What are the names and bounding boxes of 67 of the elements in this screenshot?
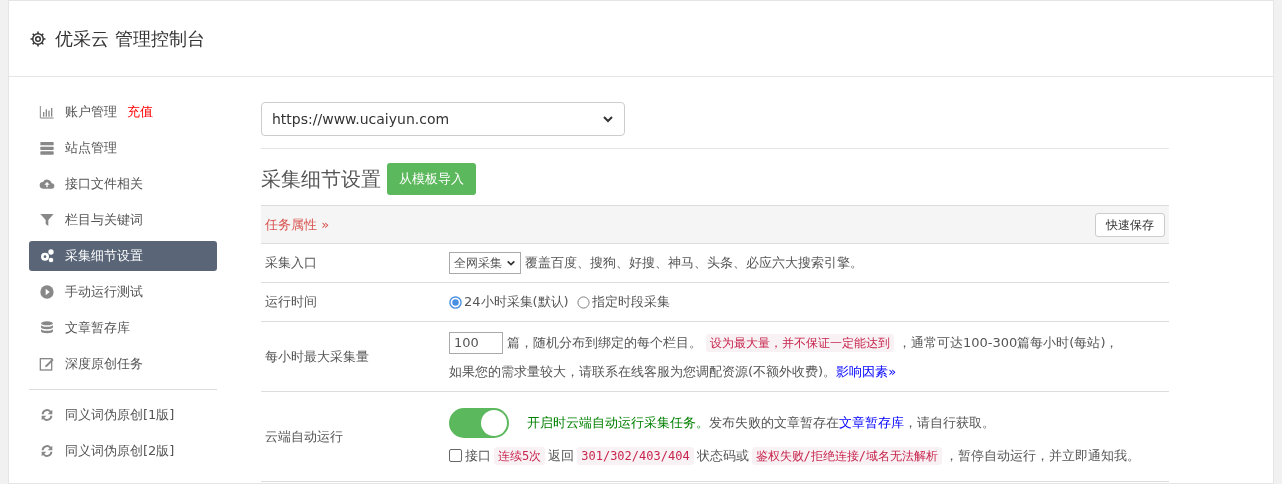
field-label: 云端自动运行 [265,427,344,446]
menu-label: 文章暂存库 [65,319,130,338]
menu-label: 站点管理 [65,139,117,158]
radio-button[interactable] [576,295,590,309]
storage-link[interactable]: 文章暂存库 [839,413,904,433]
sidebar-item[interactable]: 文章暂存库 [29,313,217,343]
help-text: 接口 [465,446,491,465]
help-text: 状态码或 [696,446,749,465]
quota-input[interactable]: 100 [449,331,503,354]
menu-label: 深度原创任务 [65,355,143,374]
settings-icon [29,29,47,48]
refresh-icon [39,407,55,423]
chevron-down-icon [602,113,614,125]
mode-select[interactable]: 全网采集 [449,252,521,274]
menu-label: 采集细节设置 [65,247,143,266]
radio-button[interactable] [449,295,462,309]
help-text: ，请自行获取。 [904,414,995,432]
filter-icon [39,212,55,228]
code-tag: 301/302/403/404 [577,446,694,465]
help-text: ，通常可达100-300篇每小时(每站)， [898,334,1119,352]
recharge-link[interactable]: 充值 [127,102,153,122]
factors-link[interactable]: 影响因素» [836,361,897,382]
menu-label: 同义词伪原创[2版] [65,442,175,461]
field-label: 采集入口 [265,254,318,273]
help-text: 发布失败的文章暂存在 [709,414,839,432]
help-text: ，暂停自动运行，并立即通知我。 [945,446,1141,465]
edit-icon [39,356,55,372]
field-label: 每小时最大采集量 [265,347,370,366]
play-icon [39,284,55,300]
help-text: 如果您的需求量较大，请联系在线客服为您调配资源(不额外收费)。 [449,362,837,381]
console-title: 优采云 管理控制台 [55,27,205,51]
menu-label: 手动运行测试 [65,283,143,302]
menu-label: 接口文件相关 [65,175,143,194]
sidebar-item[interactable]: 采集细节设置 [29,241,217,271]
menu-label: 栏目与关键词 [65,211,143,230]
panel-title[interactable]: 任务属性 » [265,214,330,235]
section-title: 采集细节设置 [261,166,381,193]
code-tag: 连续5次 [494,446,546,465]
menu-label: 账户管理 [65,103,117,122]
sidebar-item[interactable]: 深度原创任务 [29,349,217,379]
server-icon [39,140,55,156]
sidebar-item[interactable]: 同义词伪原创[2版] [29,436,217,466]
menu-label: 同义词伪原创[1版] [65,406,175,425]
field-label: 运行时间 [265,293,318,312]
radio-label[interactable]: 指定时段采集 [591,292,670,312]
sidebar-item[interactable]: 同义词伪原创[1版] [29,400,217,430]
checkbox[interactable] [449,449,462,462]
sidebar-item[interactable]: 站点管理 [29,133,217,163]
site-select[interactable]: https://www.ucaiyun.com [261,102,625,136]
sidebar-item[interactable]: 栏目与关键词 [29,205,217,235]
radio-label[interactable]: 24小时采集(默认) [464,292,569,312]
sidebar-item[interactable]: 手动运行测试 [29,277,217,307]
help-text: 覆盖百度、搜狗、好搜、神马、头条、必应六大搜索引擎。 [525,254,863,273]
help-text: 开启时云端自动运行采集任务。 [527,414,709,432]
toggle-switch[interactable] [449,407,509,438]
note-tag: 设为最大量，并不保证一定能达到 [706,333,894,352]
chevron-down-icon [506,258,516,268]
save-button[interactable]: 快速保存 [1095,212,1165,237]
refresh-icon [39,443,55,459]
help-text: 返回 [548,446,575,465]
chart-icon [39,104,55,120]
database-icon [39,320,55,336]
gears-icon [39,248,55,264]
code-tag: 鉴权失败/拒绝连接/域名无法解析 [751,446,943,465]
sidebar-item[interactable]: 接口文件相关 [29,169,217,199]
sidebar-item[interactable]: 账户管理 充值 [29,97,217,127]
help-text: 篇，随机分布到绑定的每个栏目。 [507,334,702,352]
